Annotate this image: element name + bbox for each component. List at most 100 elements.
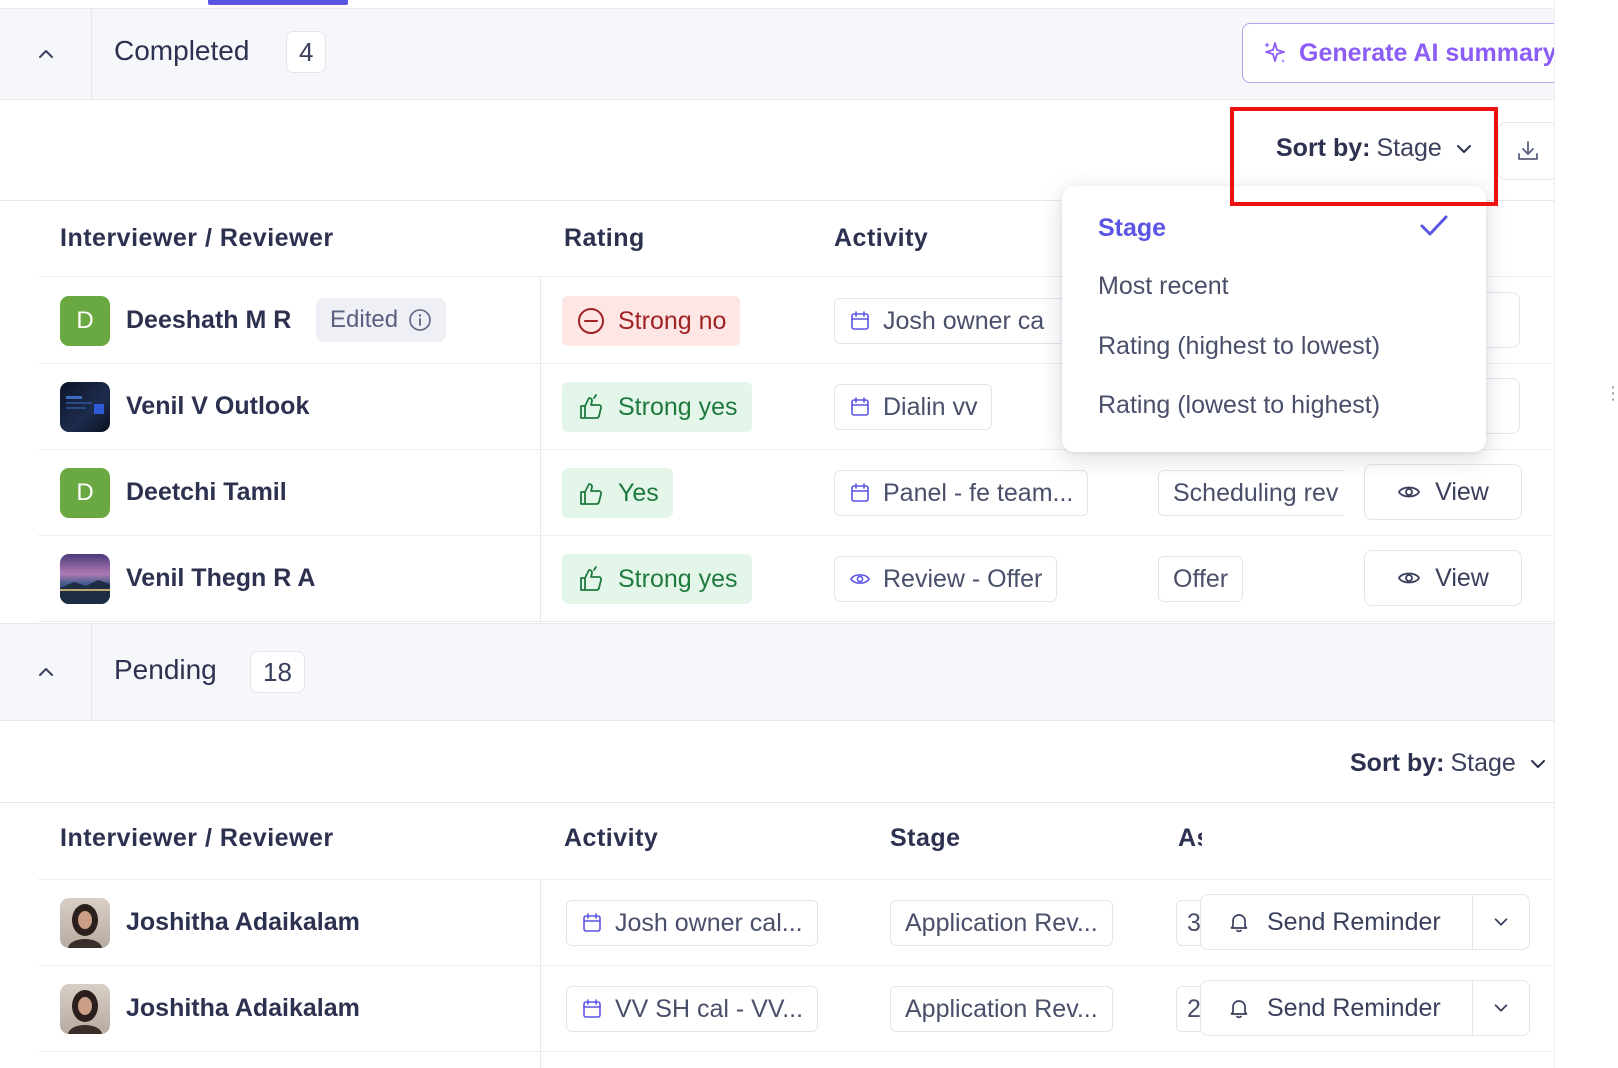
chevron-down-icon [1456,144,1471,153]
activity-label: Josh owner ca [883,306,1045,335]
active-tab-indicator [208,0,348,5]
avatar: D [60,296,110,346]
pending-sort-bar: Sort by: Stage [0,721,1554,803]
pending-count-badge: 18 [250,651,305,693]
avatar: D [60,468,110,518]
stage-label: Application Rev... [905,908,1098,937]
pending-header-row [38,803,1552,880]
double-thumbs-up-icon [580,394,603,419]
eye-icon [1398,486,1421,498]
completed-sort-dropdown[interactable]: Sort by: Stage [1276,134,1474,163]
table-row: D Deetchi Tamil Yes Panel - fe team... S… [38,450,1552,536]
activity-chip[interactable]: Review - Offer [834,556,1058,602]
pending-section-header: Pending 18 [0,623,1554,721]
stage-chip: Scheduling rev [1158,470,1344,516]
send-reminder-button[interactable]: Send Reminder [1200,980,1530,1036]
chevron-down-icon [1494,918,1508,926]
sort-option-rating-high-low[interactable]: Rating (highest to lowest) [1098,332,1380,361]
rating-badge: Strong yes [562,554,752,604]
calendar-icon [851,397,869,416]
rating-label: Yes [618,478,659,507]
eye-icon [850,574,870,584]
sort-option-stage[interactable]: Stage [1098,214,1166,243]
chevron-down-icon [1494,1004,1508,1012]
rating-label: Strong yes [618,564,738,593]
stage-label: Application Rev... [905,994,1098,1023]
send-reminder-button[interactable]: Send Reminder [1200,894,1530,950]
rating-label: Strong no [618,306,727,335]
stage-label: Offer [1173,564,1229,593]
activity-chip[interactable]: Josh owner cal... [566,900,818,946]
send-reminder-main[interactable]: Send Reminder [1201,895,1473,949]
landscape-photo-icon [60,580,110,604]
drag-handle-icon[interactable]: ⋮⋮ [1604,384,1618,402]
stage-chip: Application Rev... [890,986,1113,1032]
completed-section-header: Completed 4 Generate AI summary [0,8,1572,100]
activity-label: Josh owner cal... [615,908,803,937]
send-reminder-menu-button[interactable] [1473,999,1529,1017]
feedback-page: Completed 4 Generate AI summary Sort by:… [0,0,1572,1068]
collapse-completed-button[interactable] [0,9,92,99]
calendar-icon [583,999,601,1018]
send-reminder-label: Send Reminder [1267,993,1441,1022]
person-photo-icon [68,904,102,948]
avatar [60,984,110,1034]
pending-title: Pending [114,654,217,685]
activity-chip[interactable]: Josh owner ca [834,298,1074,344]
rating-badge: Strong no [562,296,741,346]
chevron-up-icon [38,668,53,676]
right-side-panel [1554,0,1618,1068]
send-reminder-label: Send Reminder [1267,907,1441,936]
table-row: Venil Thegn R A Strong yes Review - Offe… [38,536,1552,622]
view-label: View [1435,477,1489,506]
calendar-icon [851,311,869,330]
sort-option-most-recent[interactable]: Most recent [1098,272,1229,301]
eye-icon [1398,572,1421,584]
assigned-label: 3 [1187,908,1201,937]
activity-chip[interactable]: Dialin vv [834,384,993,430]
download-button[interactable] [1498,122,1558,180]
calendar-icon [583,913,601,932]
view-label: View [1435,563,1489,592]
edited-badge[interactable]: Edited [316,298,447,342]
bell-icon [1230,914,1248,933]
send-reminder-main[interactable]: Send Reminder [1201,981,1473,1035]
view-button[interactable]: View [1364,550,1522,606]
activity-label: Review - Offer [883,564,1043,593]
send-reminder-menu-button[interactable] [1473,913,1529,931]
activity-chip[interactable]: Panel - fe team... [834,470,1089,516]
sort-option-rating-low-high[interactable]: Rating (lowest to highest) [1098,391,1380,420]
activity-label: Panel - fe team... [883,478,1074,507]
completed-title: Completed [114,35,250,66]
assigned-label: 2 [1187,994,1201,1023]
table-row: Joshitha Adaikalam VV SH cal - VV... App… [38,966,1552,1052]
chevron-up-icon [38,50,53,58]
sort-by-value: Stage [1450,749,1516,777]
sparkle-icon [1264,42,1285,63]
avatar [60,898,110,948]
rating-badge: Strong yes [562,382,752,432]
chevron-down-icon [1530,759,1545,768]
edited-label: Edited [330,306,399,333]
stage-label: Scheduling rev [1173,478,1339,507]
sort-by-value: Stage [1376,134,1442,162]
calendar-icon [851,483,869,502]
generate-ai-summary-button[interactable]: Generate AI summary [1242,23,1572,83]
stage-chip: Application Rev... [890,900,1113,946]
interviewer-name: Deeshath M R [126,306,292,334]
collapse-pending-button[interactable] [0,624,92,720]
pending-sort-dropdown[interactable]: Sort by: Stage [1350,749,1548,778]
table-row: Joshitha Adaikalam Josh owner cal... App… [38,880,1552,966]
download-icon [1518,141,1538,160]
interviewer-name: Venil Thegn R A [126,564,316,592]
stage-chip: Offer [1158,556,1244,602]
screen-thumbnail-icon [66,396,104,414]
rating-label: Strong yes [618,392,738,421]
view-button[interactable]: View [1364,464,1522,520]
person-photo-icon [68,990,102,1034]
avatar [60,382,110,432]
activity-chip[interactable]: VV SH cal - VV... [566,986,819,1032]
minus-circle-icon [578,308,604,334]
sort-by-label: Sort by: [1276,134,1371,162]
avatar [60,554,110,604]
